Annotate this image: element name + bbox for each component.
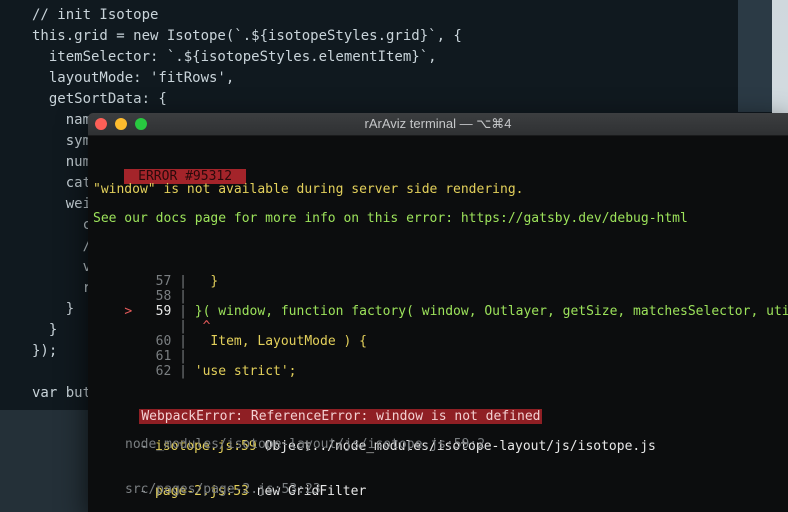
editor-line: }); [32,343,58,359]
editor-side-strip [738,0,772,112]
error-message: "window" is not available during server … [93,182,524,197]
editor-line: c [32,217,92,233]
editor-line: layoutMode: 'fitRows', [32,70,235,86]
editor-line: itemSelector: `.${isotopeStyles.elementI… [32,49,437,65]
code-frame-line: 62 | 'use strict'; [155,364,297,379]
editor-line: num [32,154,92,170]
editor-line: } [32,322,58,338]
error-code-line: ERROR #95312 [93,151,246,184]
editor-line: / [32,238,92,254]
docs-link-line[interactable]: See our docs page for more info on this … [93,210,688,227]
editor-line: this.grid = new Isotope(`.${isotopeStyle… [32,28,462,44]
webpack-error-line: WebpackError: ReferenceError: window is … [108,391,543,424]
terminal-titlebar[interactable]: rArAviz terminal — ⌥⌘4 [88,113,788,136]
terminal-window[interactable]: rArAviz terminal — ⌥⌘4 ERROR #95312 "win… [88,113,788,512]
editor-line: sym [32,133,92,149]
editor-line: var but [32,385,92,401]
stack-frame-path: src/pages/page-2.js:53:23 [125,482,321,497]
editor-line: } [32,301,75,317]
editor-line: nam [32,112,92,128]
editor-line: cat [32,175,92,191]
editor-line: wei [32,196,92,212]
editor-line: v [32,259,92,275]
window-title: rArAviz terminal — ⌥⌘4 [364,116,512,131]
editor-line: // init Isotope [32,7,159,23]
stack-frame-path: node_modules/isotope-layout/js/isotope.j… [125,437,486,452]
editor-line: r [32,280,92,296]
editor-line: getSortData: { [32,91,167,107]
